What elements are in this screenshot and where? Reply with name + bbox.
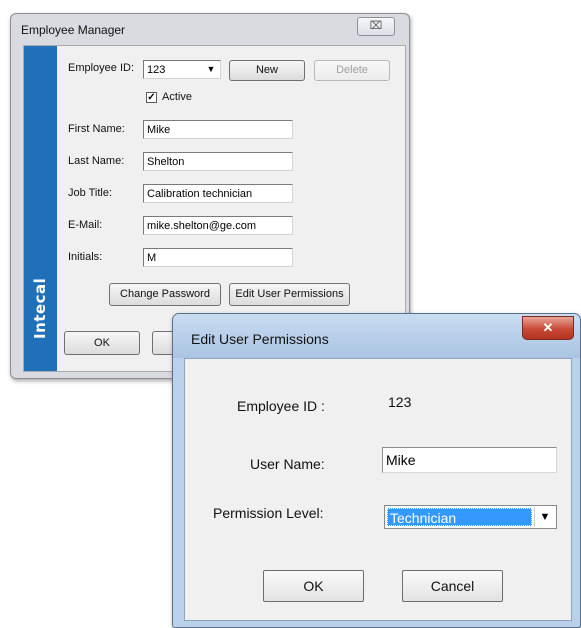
last-name-label: Last Name: (68, 155, 125, 167)
perm-employee-id-value: 123 (388, 394, 412, 410)
change-password-button[interactable]: Change Password (109, 283, 221, 306)
dialog-client-area: Employee ID : 123 User Name: Mike Permis… (184, 358, 572, 621)
dialog-close-button[interactable]: ✕ (522, 316, 574, 340)
perm-permission-level-label: Permission Level: (213, 505, 324, 521)
edit-user-permissions-button[interactable]: Edit User Permissions (229, 283, 350, 306)
email-field[interactable]: mike.shelton@ge.com (143, 216, 293, 235)
perm-cancel-button[interactable]: Cancel (402, 570, 503, 602)
delete-button[interactable]: Delete (314, 60, 390, 81)
brand-logo-text: Intecal (31, 277, 49, 339)
perm-user-name-label: User Name: (250, 456, 325, 472)
dialog-titlebar: Edit User Permissions ✕ (173, 314, 580, 358)
initials-label: Initials: (68, 251, 103, 263)
close-icon: ✕ (542, 320, 554, 335)
close-icon: ⌧ (369, 20, 383, 32)
ok-button[interactable]: OK (64, 331, 140, 355)
initials-field[interactable]: M (143, 248, 293, 267)
brand-sidebar: Intecal (24, 46, 57, 371)
dialog-title: Edit User Permissions (191, 331, 329, 347)
chevron-down-icon[interactable]: ▼ (534, 507, 555, 527)
chevron-down-icon[interactable]: ▼ (203, 62, 219, 77)
employee-id-combo[interactable]: 123 ▼ (143, 60, 221, 79)
employee-id-label: Employee ID: (68, 62, 135, 74)
active-label: Active (162, 91, 192, 103)
employee-manager-close-button[interactable]: ⌧ (357, 17, 395, 36)
first-name-field[interactable]: Mike (143, 120, 293, 139)
job-title-label: Job Title: (68, 187, 113, 199)
edit-user-permissions-dialog: Edit User Permissions ✕ Employee ID : 12… (172, 313, 581, 628)
active-checkbox[interactable]: ✓ (146, 92, 157, 103)
job-title-field[interactable]: Calibration technician (143, 184, 293, 203)
new-button[interactable]: New (229, 60, 305, 81)
perm-employee-id-label: Employee ID : (237, 398, 325, 414)
permission-level-select[interactable]: Technician ▼ (384, 505, 557, 529)
permission-level-value: Technician (387, 508, 532, 526)
perm-user-name-field[interactable]: Mike (382, 447, 557, 473)
email-label: E-Mail: (68, 219, 103, 231)
checkmark-icon: ✓ (147, 92, 156, 103)
first-name-label: First Name: (68, 123, 125, 135)
last-name-field[interactable]: Shelton (143, 152, 293, 171)
perm-ok-button[interactable]: OK (263, 570, 364, 602)
employee-id-value: 123 (147, 64, 166, 76)
employee-manager-title: Employee Manager (21, 23, 126, 37)
